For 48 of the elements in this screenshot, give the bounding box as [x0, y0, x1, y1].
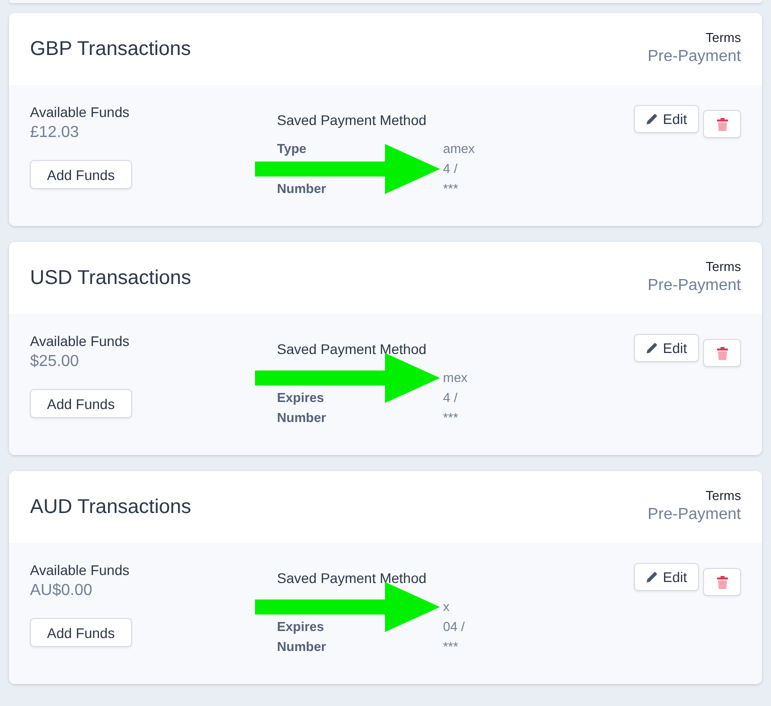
detail-value: *** [443, 638, 458, 656]
detail-label: Expires [277, 390, 324, 405]
add-funds-button[interactable]: Add Funds [30, 160, 132, 189]
terms-value: Pre-Payment [648, 505, 741, 525]
terms-value: Pre-Payment [648, 276, 741, 296]
edit-button[interactable]: Edit [634, 563, 699, 591]
terms-label: Terms [706, 259, 741, 275]
delete-button[interactable] [703, 568, 741, 596]
terms-label: Terms [706, 488, 741, 504]
trash-icon [716, 118, 728, 130]
trash-icon [716, 576, 728, 588]
detail-value: *** [443, 409, 458, 427]
card-title: USD Transactions [30, 266, 192, 290]
terms-label: Terms [706, 30, 741, 46]
pencil-icon [646, 571, 658, 583]
detail-value: 4 / [443, 389, 458, 407]
detail-value: *** [443, 180, 458, 198]
funds-amount: AU$0.00 [30, 581, 92, 601]
funds-amount: £12.03 [30, 123, 79, 143]
edit-button[interactable]: Edit [634, 105, 699, 133]
pencil-icon [646, 342, 658, 354]
detail-value: 4 / [443, 160, 458, 178]
payment-method-heading: Saved Payment Method [277, 341, 426, 357]
detail-label: Number [277, 410, 326, 425]
card-title: AUD Transactions [30, 496, 192, 518]
payment-method-heading: Saved Payment Method [277, 112, 426, 128]
detail-value: x [443, 598, 450, 616]
detail-label: Expires [277, 619, 324, 634]
detail-label: Type [277, 141, 306, 156]
pencil-icon [646, 113, 658, 125]
delete-button[interactable] [703, 339, 741, 367]
detail-value: amex [443, 140, 475, 158]
add-funds-button[interactable]: Add Funds [30, 389, 132, 418]
card-title: GBP Transactions [30, 38, 191, 60]
delete-button[interactable] [703, 110, 741, 138]
payment-method-heading: Saved Payment Method [277, 570, 426, 586]
edit-button[interactable]: Edit [634, 334, 699, 362]
detail-value: mex [443, 369, 468, 387]
detail-label: Number [277, 639, 326, 654]
detail-value: 04 / [443, 618, 465, 636]
funds-label: Available Funds [30, 562, 130, 578]
trash-icon [716, 346, 728, 360]
add-funds-button[interactable]: Add Funds [30, 618, 132, 647]
terms-value: Pre-Payment [648, 47, 741, 67]
funds-label: Available Funds [30, 333, 130, 349]
funds-label: Available Funds [30, 104, 130, 120]
detail-label: Number [277, 181, 326, 196]
funds-amount: $25.00 [30, 352, 79, 372]
